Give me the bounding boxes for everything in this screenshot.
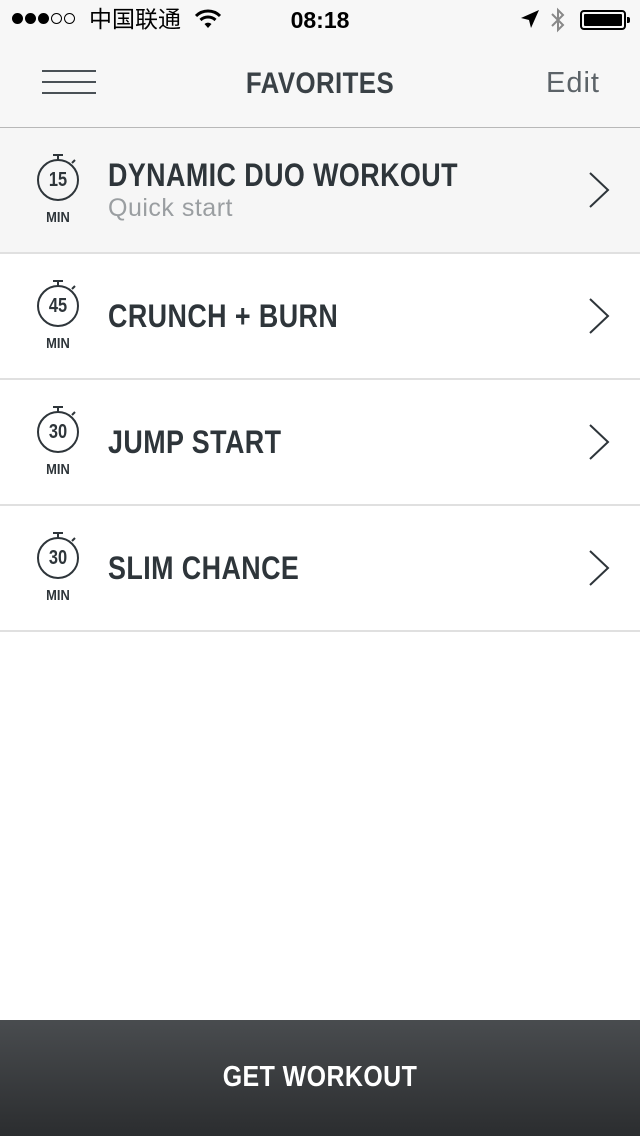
workout-row-crunch-burn[interactable]: 45 MIN CRUNCH + BURN — [0, 254, 640, 380]
workout-duration: 30 — [48, 421, 68, 443]
stopwatch-icon: 30 MIN — [34, 404, 82, 478]
get-workout-button[interactable]: GET WORKOUT — [0, 1020, 640, 1136]
location-arrow-icon — [520, 9, 540, 34]
chevron-right-icon — [586, 548, 612, 593]
duration-unit: MIN — [46, 209, 70, 226]
status-bar: 中国联通 08:18 — [0, 0, 640, 40]
workout-title: JUMP START — [108, 424, 282, 460]
status-time: 08:18 — [290, 7, 350, 33]
page-title: FAVORITES — [245, 67, 395, 100]
workout-row-jump-start[interactable]: 30 MIN JUMP START — [0, 380, 640, 506]
chevron-right-icon — [586, 422, 612, 467]
workout-title: CRUNCH + BURN — [108, 298, 339, 334]
workout-subtitle: Quick start — [108, 194, 233, 222]
favorites-list: 15 MIN DYNAMIC DUO WORKOUT Quick start 4… — [0, 128, 640, 632]
workout-row-dynamic-duo[interactable]: 15 MIN DYNAMIC DUO WORKOUT Quick start — [0, 128, 640, 254]
workout-duration: 45 — [48, 295, 68, 317]
get-workout-label: GET WORKOUT — [222, 1061, 418, 1093]
battery-icon — [580, 10, 630, 30]
bluetooth-icon — [550, 7, 566, 38]
workout-duration: 30 — [48, 547, 68, 569]
workout-title: DYNAMIC DUO WORKOUT — [108, 157, 458, 193]
stopwatch-icon: 30 MIN — [34, 530, 82, 604]
duration-unit: MIN — [46, 461, 70, 478]
chevron-right-icon — [586, 170, 612, 215]
favorites-screen: 中国联通 08:18 FAVORITES Edit 15 MIN DYNAMIC… — [0, 0, 640, 1136]
duration-unit: MIN — [46, 335, 70, 352]
workout-duration: 15 — [48, 169, 68, 191]
edit-button[interactable]: Edit — [546, 65, 600, 101]
duration-unit: MIN — [46, 587, 70, 604]
chevron-right-icon — [586, 296, 612, 341]
stopwatch-icon: 15 MIN — [34, 152, 82, 226]
workout-row-slim-chance[interactable]: 30 MIN SLIM CHANCE — [0, 506, 640, 632]
navigation-bar: FAVORITES Edit — [0, 40, 640, 128]
workout-title: SLIM CHANCE — [108, 550, 300, 586]
stopwatch-icon: 45 MIN — [34, 278, 82, 352]
